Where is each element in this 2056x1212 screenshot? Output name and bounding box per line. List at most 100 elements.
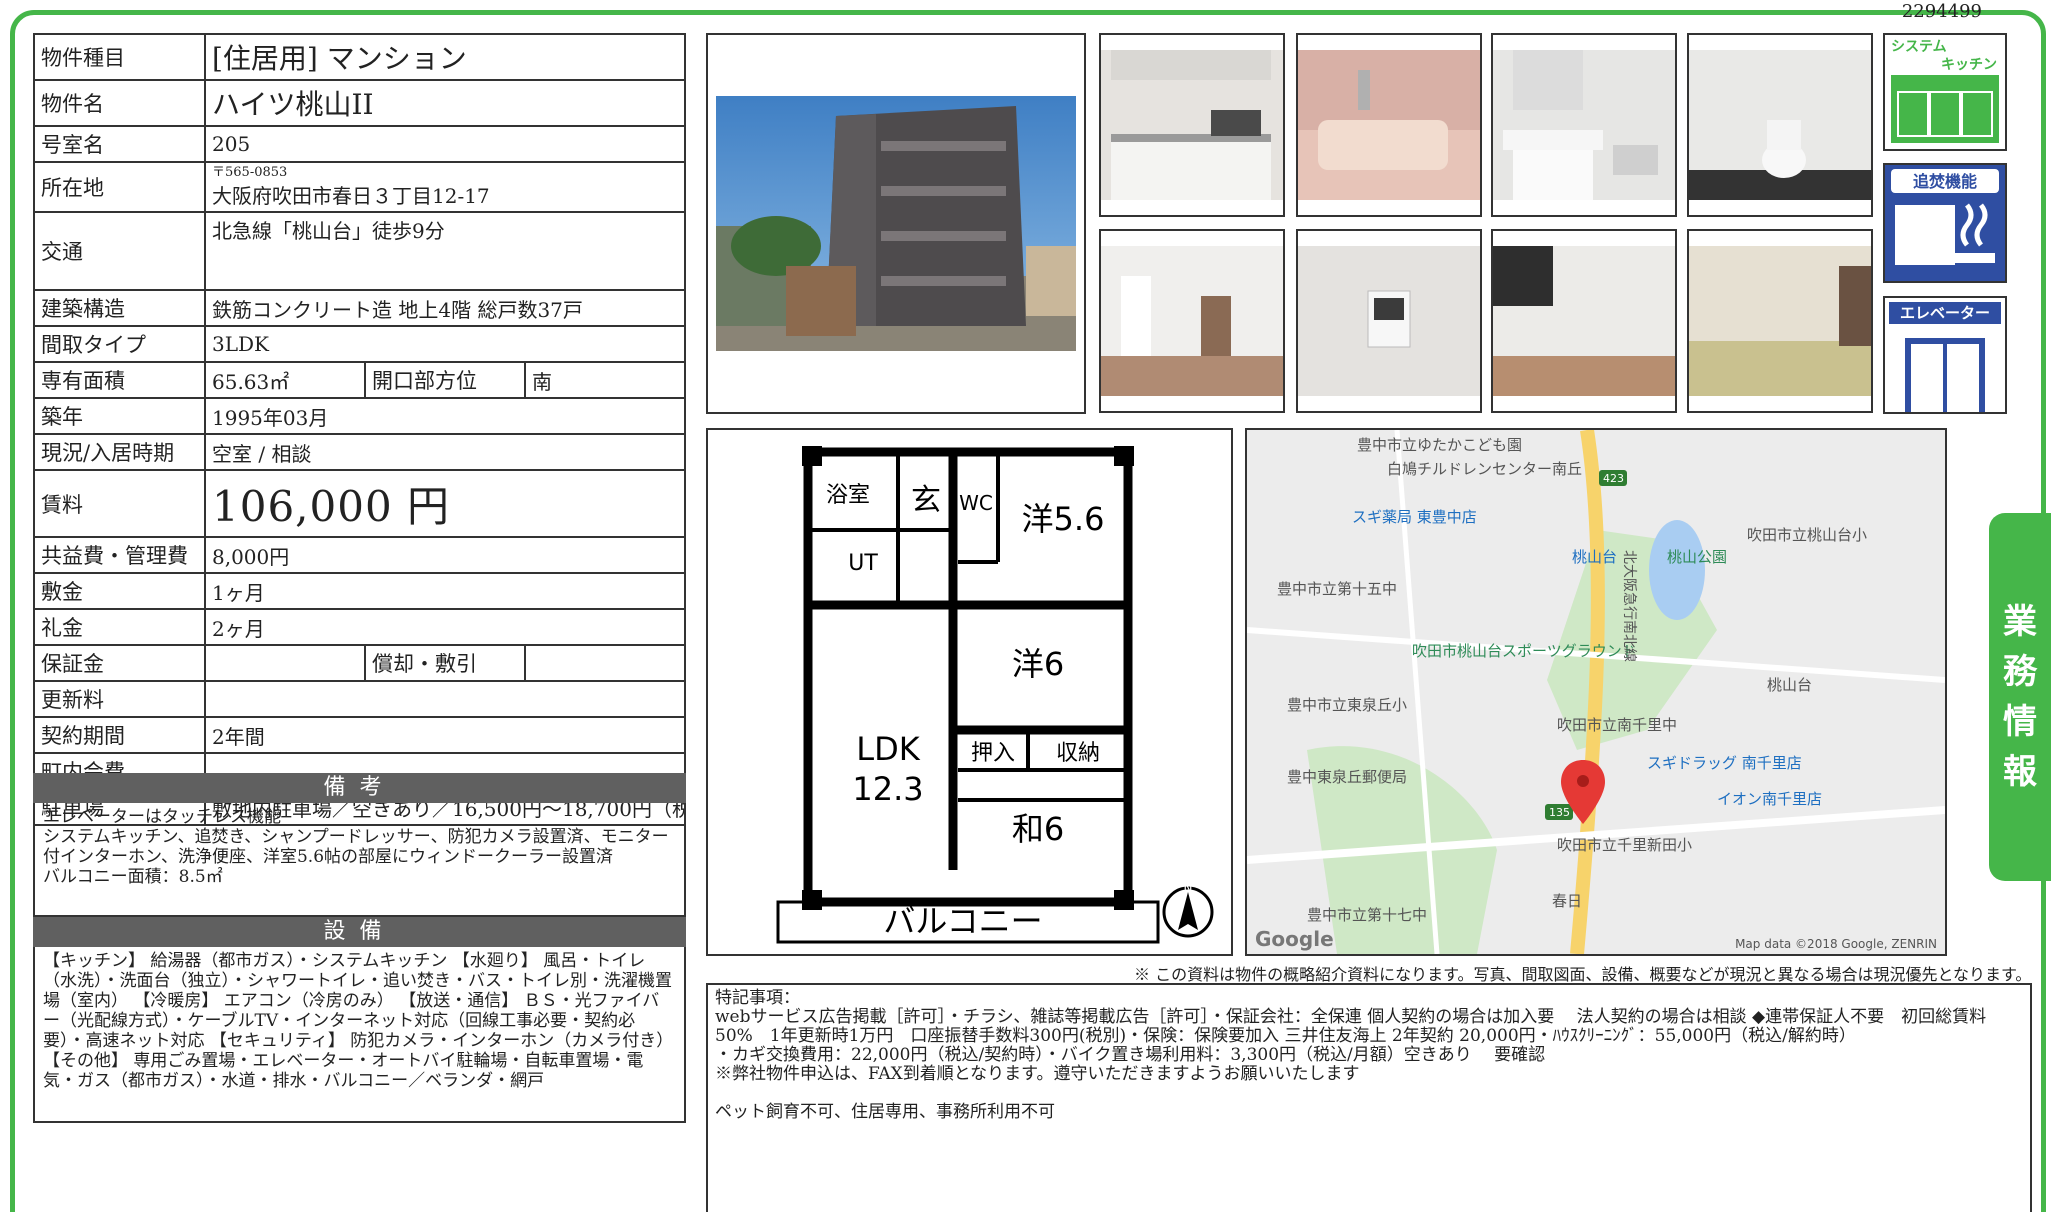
side-tab-char-1: 業 [2003,602,2037,642]
map-label-12: スギドラッグ 南千里店 [1647,754,1802,772]
side-tab-char-3: 情 [2003,702,2037,742]
map-label-2: スギ薬局 東豊中店 [1352,508,1477,526]
exterior-photo [706,33,1086,414]
value-built: 1995年03月 [204,397,686,435]
value-room: 205 [204,125,686,163]
building-image [716,96,1076,351]
system-kitchen-icon: システム キッチン [1891,39,1999,143]
ldk-photo [1099,229,1285,413]
label-type: 物件種目 [33,33,206,81]
label-area: 専有面積 [33,361,206,399]
map-label-9: 桃山台 [1767,676,1812,694]
map-label-16: 豊中市立第十七中 [1307,906,1427,924]
value-common-fee: 8,000円 [204,536,686,574]
map-label-17: 春日 [1552,892,1582,910]
western-room-photo [1491,229,1677,413]
value-contract-period: 2年間 [204,716,686,754]
label-deposit: 敷金 [33,572,206,610]
label-access: 交通 [33,211,206,291]
value-access: 北急線「桃山台」徒歩9分 [204,211,686,291]
label-name: 物件名 [33,79,206,127]
room-genkan: 玄 [911,483,941,518]
biko-header: 備考 [33,773,686,803]
value-area: 65.63㎡ [204,361,366,399]
map-label-15: 吹田市立千里新田小 [1557,836,1692,854]
label-rent: 賃料 [33,469,206,538]
label-key-money: 礼金 [33,608,206,646]
room-ldk-size: 12.3 [852,770,923,808]
special-remarks: 特記事項： webサービス広告掲載［許可］・チラシ、雑誌等掲載広告［許可］・保証… [706,983,2032,1212]
room-western-1: 洋5.6 [1022,500,1105,538]
room-oshiire: 押入 [971,741,1015,766]
property-table: 物件種目 [住居用] マンション 物件名 ハイツ桃山II 号室名 205 所在地 〒56… [33,33,686,826]
map-attribution: Map data ©2018 Google, ZENRIN [1735,937,1937,951]
kitchen-photo [1099,33,1285,217]
tatami-room-image [1689,246,1871,396]
label-address: 所在地 [33,161,206,213]
label-layout: 間取タイプ [33,325,206,363]
room-western-2: 洋6 [1012,645,1064,683]
label-built: 築年 [33,397,206,435]
location-map[interactable]: 豊中市立ゆたかこども園 白鳩チルドレンセンター南丘 スギ薬局 東豊中店 吹田市立… [1245,428,1947,956]
intercom-image [1298,246,1480,396]
room-bath: 浴室 [826,483,870,508]
kitchen-image [1101,50,1283,200]
value-rent: 106,000 円 [204,469,686,538]
value-layout: 3LDK [204,325,686,363]
room-ldk: LDK [856,730,920,768]
label-amortization: 償却・敷引 [364,644,526,682]
badge-elevator: エレベーター [1883,296,2007,414]
map-label-13: 豊中東泉丘郵便局 [1287,768,1407,786]
value-status: 空室 / 相談 [204,433,686,471]
room-wc: WC [959,491,993,515]
postal-code: 〒565-0853 [212,164,288,180]
biko-text: エレベーターはタッチレス機能 システムキッチン、追焚き、シャンプードレッサー、防… [33,803,686,917]
value-address: 大阪府吹田市春日３丁目12-17 [212,183,490,208]
value-guarantee [204,644,366,682]
side-tab-char-4: 報 [2003,752,2037,792]
label-contract-period: 契約期間 [33,716,206,754]
side-tab-char-2: 務 [2003,652,2037,692]
business-info-tab[interactable]: 業 務 情 報 [1989,513,2051,881]
value-renewal-fee [204,680,686,718]
map-label-8: 北大阪急行南北線 [1621,550,1637,662]
bathtub-image [1298,50,1480,200]
reheat-bath-icon: 追焚機能 [1885,165,2005,281]
washbasin-image [1493,50,1675,200]
living-room-image [1101,246,1283,396]
label-orientation: 開口部方位 [364,361,526,399]
badge-label-elevator: エレベーター [1900,304,1990,322]
label-common-fee: 共益費・管理費 [33,536,206,574]
map-label-11: 吹田市立南千里中 [1557,716,1677,734]
label-guarantee: 保証金 [33,644,206,682]
value-key-money: 2ヶ月 [204,608,686,646]
toilet-photo [1687,33,1873,217]
map-label-14: イオン南千里店 [1717,790,1822,808]
value-name: ハイツ桃山II [204,79,686,127]
value-deposit: 1ヶ月 [204,572,686,610]
setsubi-header: 設備 [33,917,686,947]
map-label-6: 豊中市立第十五中 [1277,580,1397,598]
bath-photo [1296,33,1482,217]
map-label-1: 白鳩チルドレンセンター南丘 [1387,460,1582,478]
label-structure: 建築構造 [33,289,206,327]
badge-reheat: 追焚機能 [1883,163,2007,283]
value-amortization [524,644,686,682]
document-id: 2294499 [1901,1,1982,22]
badge-system-kitchen: システム キッチン [1883,33,2007,151]
western-room-image [1493,246,1675,396]
map-label-4: 桃山台 [1572,548,1617,566]
label-renewal-fee: 更新料 [33,680,206,718]
label-status: 現況/入居時期 [33,433,206,471]
road-badge-423: 423 [1603,472,1624,485]
floor-plan-drawing: 浴室 玄 WC UT 洋5.6 洋6 LDK 12.3 押入 収納 和6 バルコ… [776,446,1214,944]
floor-plan: 浴室 玄 WC UT 洋5.6 洋6 LDK 12.3 押入 収納 和6 バルコ… [706,428,1233,956]
setsubi-text: 【キッチン】 給湯器（都市ガス）・システムキッチン 【水廻り】 風呂・トイレ（水… [33,947,686,1123]
badge-label-kitchen-2: キッチン [1941,57,1997,73]
map-label-5: 桃山公園 [1667,548,1727,566]
toilet-image [1689,50,1871,200]
north-arrow-icon: N [1162,881,1214,938]
intercom-photo [1296,229,1482,413]
room-japanese: 和6 [1012,810,1064,848]
map-canvas[interactable]: 豊中市立ゆたかこども園 白鳩チルドレンセンター南丘 スギ薬局 東豊中店 吹田市立… [1247,430,1945,954]
